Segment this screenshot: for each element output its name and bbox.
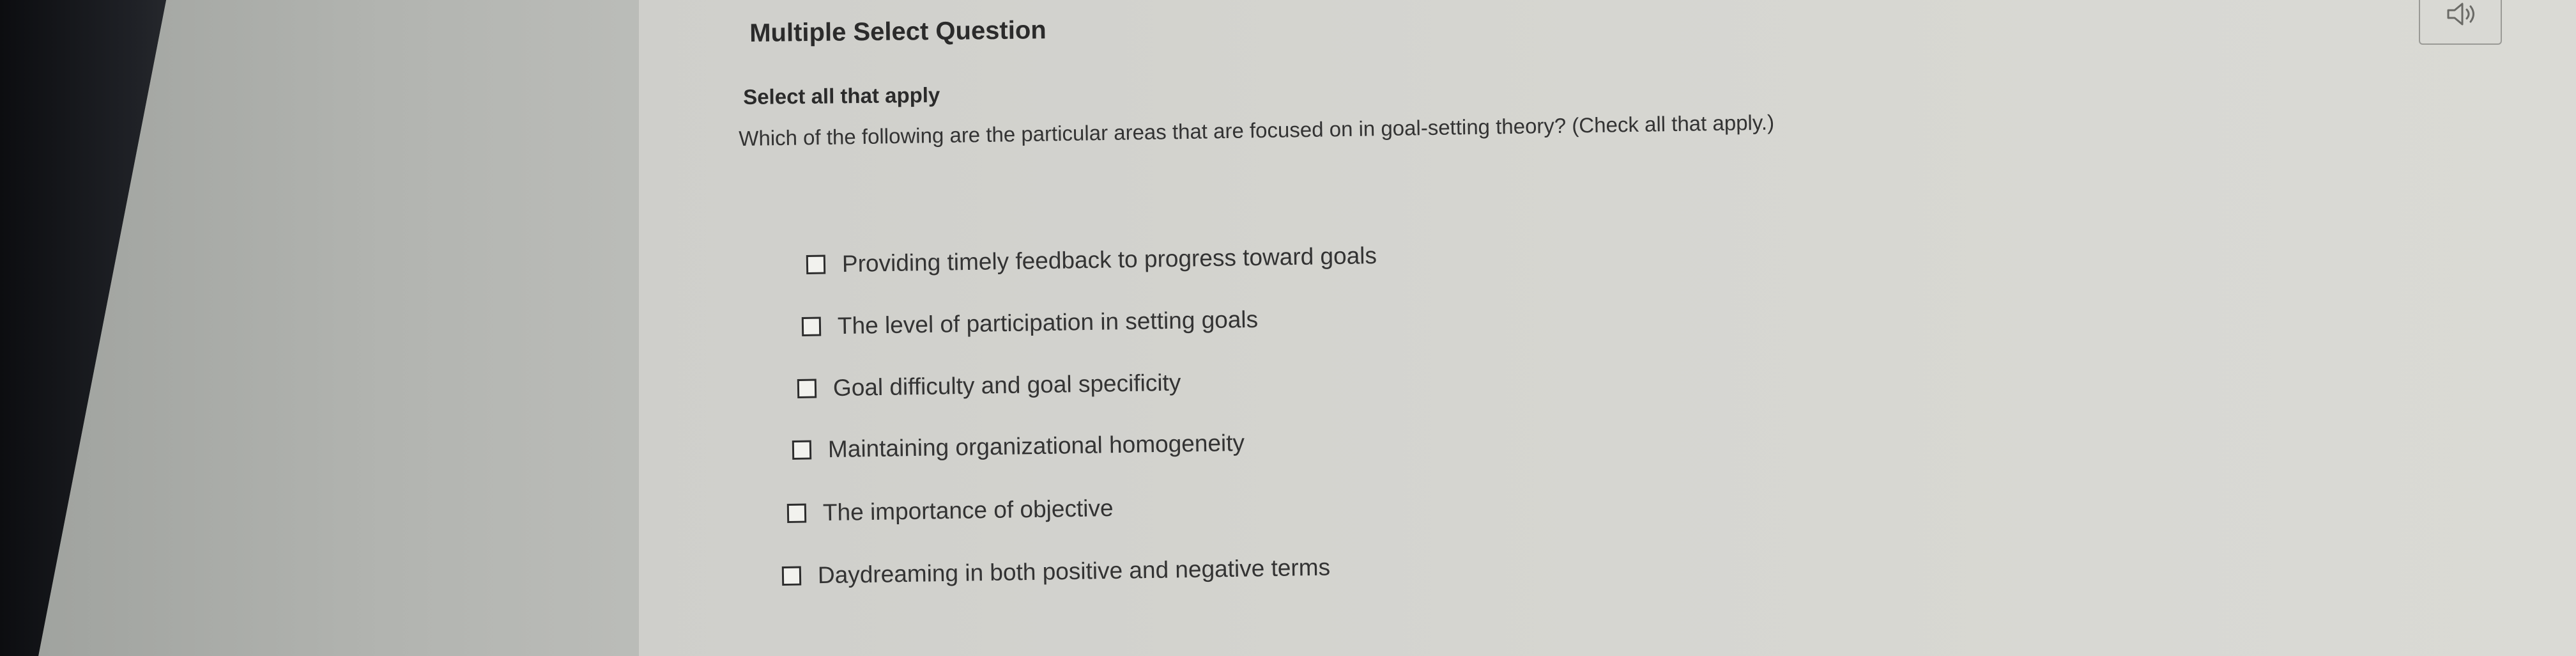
option-checkbox[interactable] [786, 503, 807, 523]
option-checkbox[interactable] [781, 566, 802, 586]
speaker-icon [2447, 3, 2474, 26]
option-importance[interactable]: The importance of objective [786, 494, 1114, 527]
option-checkbox[interactable] [801, 316, 822, 336]
option-label: The importance of objective [822, 494, 1114, 526]
option-checkbox[interactable] [797, 379, 817, 398]
option-label: Goal difficulty and goal specificity [832, 369, 1181, 402]
option-checkbox[interactable] [792, 440, 812, 460]
photo-stage: Multiple Select Question Select all that… [0, 0, 2576, 656]
option-checkbox[interactable] [806, 254, 826, 274]
question-type-heading: Multiple Select Question [749, 16, 1046, 47]
instruction-text: Select all that apply [743, 82, 940, 109]
audio-button[interactable] [2419, 0, 2502, 45]
